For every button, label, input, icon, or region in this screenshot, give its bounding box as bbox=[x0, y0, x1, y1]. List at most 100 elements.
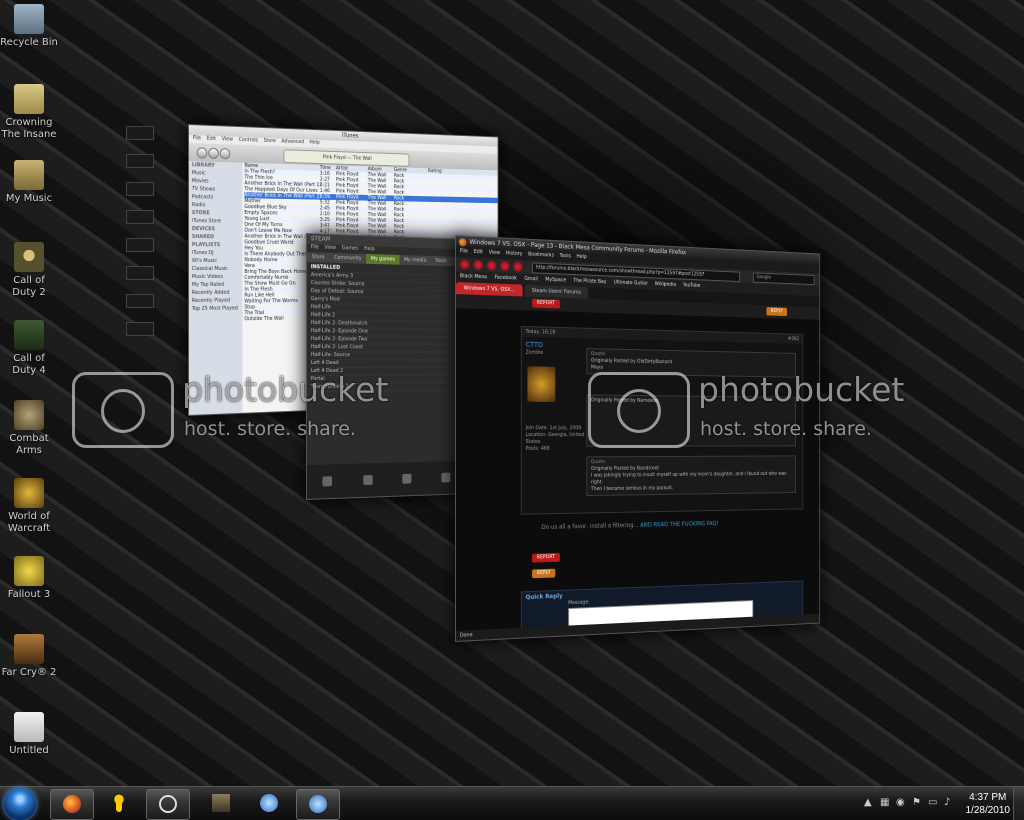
taskbar-itunes-active[interactable] bbox=[296, 789, 340, 820]
desktop-icon[interactable]: Far Cry® 2 bbox=[0, 634, 58, 679]
system-clock[interactable]: 4:37 PM 1/28/2010 bbox=[966, 791, 1011, 817]
menu-item[interactable]: Edit bbox=[474, 249, 483, 255]
show-hidden-icons[interactable]: ▲ bbox=[864, 798, 874, 808]
steam-tab[interactable]: My games bbox=[366, 253, 400, 265]
menu-item[interactable]: Store bbox=[264, 138, 276, 144]
previous-button[interactable] bbox=[196, 147, 208, 159]
sidebar-item[interactable]: iTunes DJ bbox=[189, 249, 243, 257]
menu-item[interactable]: Help bbox=[576, 254, 586, 260]
bookmark-item[interactable]: Wikipedia bbox=[655, 281, 676, 288]
action-center-icon[interactable]: ⚑ bbox=[912, 798, 922, 808]
desktop-icon[interactable]: Call of Duty 2 bbox=[0, 242, 58, 299]
menu-item[interactable]: File bbox=[311, 244, 319, 250]
game-item[interactable]: Left 4 Dead bbox=[310, 360, 462, 368]
menu-item[interactable]: Advanced bbox=[281, 138, 304, 145]
menu-item[interactable]: Controls bbox=[239, 137, 258, 144]
bookmark-item[interactable]: The Pirate Bay bbox=[573, 278, 606, 285]
stacked-window[interactable] bbox=[126, 126, 154, 140]
menu-item[interactable]: View bbox=[222, 136, 233, 142]
steam-tab[interactable]: My media bbox=[399, 255, 430, 266]
back-icon[interactable] bbox=[459, 259, 470, 270]
friends-icon[interactable] bbox=[363, 474, 373, 486]
menu-item[interactable]: View bbox=[489, 250, 500, 256]
desktop-icon[interactable]: Call of Duty 4 bbox=[0, 320, 58, 377]
desktop-icon-label: Combat Arms bbox=[9, 433, 49, 456]
bookmark-item[interactable]: YouTube bbox=[683, 282, 700, 288]
post-reply-button[interactable]: REPLY bbox=[532, 568, 556, 579]
stacked-window[interactable] bbox=[126, 238, 154, 252]
menu-item[interactable]: Tools bbox=[560, 253, 571, 259]
desktop-icon[interactable]: Recycle Bin bbox=[0, 4, 58, 49]
steam-tab[interactable]: Tools bbox=[431, 256, 451, 266]
stacked-window[interactable] bbox=[126, 210, 154, 224]
home-icon[interactable] bbox=[513, 261, 523, 272]
desktop-icon[interactable]: My Music bbox=[0, 160, 58, 205]
menu-item[interactable]: File bbox=[193, 135, 201, 141]
desktop-icon[interactable]: Crowning The Insane bbox=[0, 84, 58, 141]
steam-tab[interactable]: Community bbox=[329, 253, 366, 264]
volume-icon[interactable]: ♪ bbox=[944, 798, 954, 808]
desktop-icon-label: World of Warcraft bbox=[7, 511, 51, 534]
stop-icon[interactable] bbox=[500, 261, 510, 272]
steam-tray-icon[interactable]: ◉ bbox=[896, 798, 906, 808]
post-username[interactable]: CTTD bbox=[526, 341, 543, 349]
stacked-window[interactable] bbox=[126, 294, 154, 308]
desktop-icon[interactable]: Fallout 3 bbox=[0, 556, 58, 601]
taskbar-firefox[interactable] bbox=[50, 789, 94, 820]
bookmark-item[interactable]: MySpace bbox=[545, 277, 566, 284]
forward-icon[interactable] bbox=[473, 259, 483, 271]
menu-item[interactable]: View bbox=[325, 245, 336, 251]
watermark-tagline: host. store. share. bbox=[184, 418, 356, 440]
stacked-window[interactable] bbox=[126, 266, 154, 280]
document-icon bbox=[14, 712, 44, 742]
sidebar-item[interactable]: Music Videos bbox=[189, 273, 243, 281]
show-desktop-button[interactable] bbox=[1013, 787, 1024, 820]
post-signature: Do us all a favor, install a filtering..… bbox=[541, 520, 718, 531]
stacked-window[interactable] bbox=[126, 154, 154, 168]
display-tray-icon[interactable]: ▭ bbox=[928, 798, 938, 808]
game-item[interactable]: Half-Life: Source bbox=[310, 352, 462, 361]
steam-window[interactable]: STEAM File View Games Help Store Community My… bbox=[306, 233, 466, 500]
taskbar-steam[interactable] bbox=[146, 789, 190, 820]
settings-icon[interactable] bbox=[441, 472, 451, 483]
reply-button[interactable]: REPLY bbox=[766, 307, 787, 317]
network-tray-icon[interactable]: ▦ bbox=[880, 798, 890, 808]
desktop-icon[interactable]: World of Warcraft bbox=[0, 478, 58, 535]
next-button[interactable] bbox=[219, 148, 231, 160]
menu-item[interactable]: Help bbox=[364, 246, 375, 252]
servers-icon[interactable] bbox=[402, 473, 412, 484]
add-game-icon[interactable] bbox=[322, 476, 333, 487]
desktop-icon-label: Crowning The Insane bbox=[1, 117, 57, 140]
menu-item[interactable]: File bbox=[460, 248, 468, 254]
report-button[interactable]: REPORT bbox=[532, 552, 560, 563]
menu-item[interactable]: Edit bbox=[207, 136, 216, 142]
bookmark-item[interactable]: Ultimate Guitar bbox=[614, 280, 648, 287]
taskbar-itunes[interactable] bbox=[248, 789, 290, 818]
stacked-window[interactable] bbox=[126, 322, 154, 336]
desktop-icon[interactable]: Untitled bbox=[0, 712, 58, 757]
taskbar-aim[interactable] bbox=[98, 789, 140, 818]
sidebar-item[interactable]: Classical Music bbox=[189, 265, 243, 273]
report-button[interactable]: REPORT bbox=[532, 298, 560, 309]
desktop-icon[interactable]: Combat Arms bbox=[0, 400, 58, 457]
post-number[interactable]: #382 bbox=[788, 336, 799, 342]
menu-item[interactable]: History bbox=[506, 250, 523, 257]
bookmark-item[interactable]: Gmail bbox=[524, 276, 538, 282]
reload-icon[interactable] bbox=[486, 260, 497, 271]
start-button[interactable] bbox=[4, 788, 36, 820]
sidebar-item[interactable]: Top 25 Most Played bbox=[189, 304, 243, 313]
signature-link[interactable]: AND READ THE FUCKING FAQ! bbox=[640, 520, 718, 528]
menu-item[interactable]: Help bbox=[309, 140, 319, 146]
steam-tab[interactable]: Store bbox=[307, 252, 329, 263]
steam-icon bbox=[159, 795, 177, 813]
bookmark-item[interactable]: Facebook bbox=[495, 275, 517, 282]
search-input[interactable]: Google bbox=[753, 272, 815, 286]
itunes-icon bbox=[260, 794, 278, 812]
sidebar-item[interactable]: 90's Music bbox=[189, 257, 243, 265]
column-header[interactable]: Rating bbox=[428, 168, 442, 174]
menu-item[interactable]: Games bbox=[342, 245, 359, 251]
taskbar-call-of-duty[interactable] bbox=[200, 789, 242, 818]
stacked-window[interactable] bbox=[126, 182, 154, 196]
bookmark-item[interactable]: Black Mesa bbox=[460, 273, 487, 280]
play-button[interactable] bbox=[208, 147, 219, 159]
